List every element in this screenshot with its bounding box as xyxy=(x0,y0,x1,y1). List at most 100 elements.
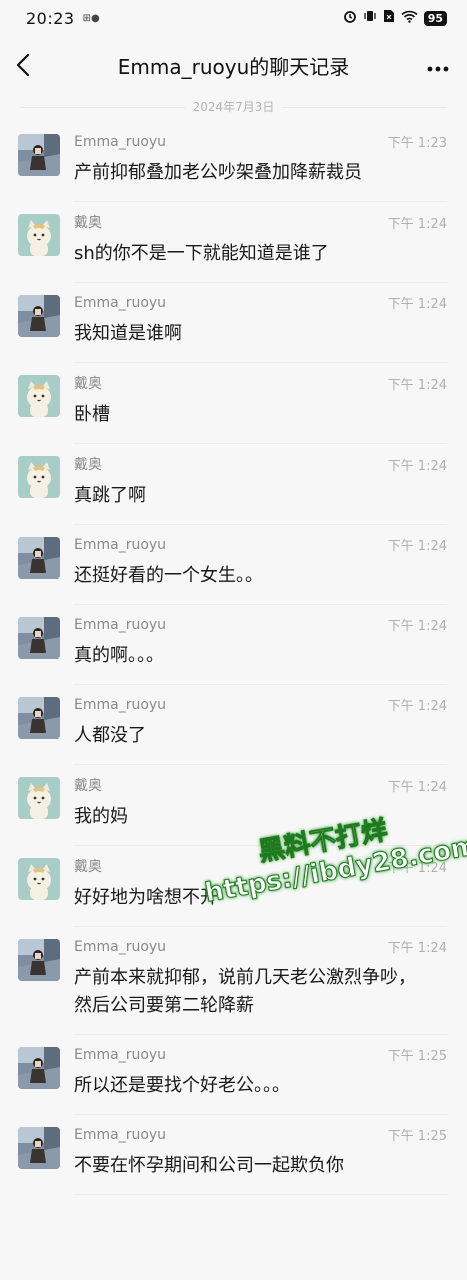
message-time: 下午 1:24 xyxy=(387,539,447,554)
message-body: Emma_ruoyu 下午 1:25 不要在怀孕期间和公司一起欺负你 xyxy=(74,1125,447,1195)
avatar[interactable] xyxy=(18,1047,60,1089)
avatar[interactable] xyxy=(18,697,60,739)
message-time: 下午 1:24 xyxy=(387,941,447,956)
message-time: 下午 1:24 xyxy=(387,619,447,634)
sender-name: 戴奥 xyxy=(74,215,102,231)
sender-name: 戴奥 xyxy=(74,376,102,392)
avatar[interactable] xyxy=(18,858,60,900)
message-body: Emma_ruoyu 下午 1:25 所以还是要找个好老公。。。 xyxy=(74,1045,447,1115)
message-time: 下午 1:24 xyxy=(387,699,447,714)
message-text[interactable]: 好好地为啥想不开 xyxy=(74,884,447,912)
message-header: Emma_ruoyu 下午 1:24 xyxy=(74,535,447,555)
battery-indicator: 95 xyxy=(423,10,447,26)
message-header: Emma_ruoyu 下午 1:24 xyxy=(74,937,447,957)
avatar[interactable] xyxy=(18,134,60,176)
message-header: 戴奥 下午 1:24 xyxy=(74,775,447,795)
message-item[interactable]: Emma_ruoyu 下午 1:24 人都没了 xyxy=(0,685,467,765)
sim-icon xyxy=(383,9,395,27)
message-list[interactable]: Emma_ruoyu 下午 1:23 产前抑郁叠加老公吵架叠加降薪裁员 戴奥 下午 1:… xyxy=(0,122,467,1195)
avatar[interactable] xyxy=(18,1127,60,1169)
sender-name: Emma_ruoyu xyxy=(74,1126,167,1143)
sender-name: Emma_ruoyu xyxy=(74,294,167,311)
back-button[interactable] xyxy=(16,50,40,80)
message-header: Emma_ruoyu 下午 1:24 xyxy=(74,293,447,313)
avatar[interactable] xyxy=(18,537,60,579)
message-text[interactable]: 真跳了啊 xyxy=(74,482,447,510)
message-header: Emma_ruoyu 下午 1:24 xyxy=(74,695,447,715)
sender-name: Emma_ruoyu xyxy=(74,938,167,955)
message-text[interactable]: 我的妈 xyxy=(74,803,447,831)
sender-name: 戴奥 xyxy=(74,778,102,794)
message-text[interactable]: 产前本来就抑郁，说前几天老公激烈争吵，然后公司要第二轮降薪 xyxy=(74,964,447,1020)
message-item[interactable]: Emma_ruoyu 下午 1:24 真的啊。。。 xyxy=(0,605,467,685)
message-text[interactable]: 真的啊。。。 xyxy=(74,642,447,670)
avatar[interactable] xyxy=(18,456,60,498)
date-divider: 2024年7月3日 xyxy=(0,96,467,118)
message-item[interactable]: 戴奥 下午 1:24 真跳了啊 xyxy=(0,444,467,525)
message-item[interactable]: Emma_ruoyu 下午 1:23 产前抑郁叠加老公吵架叠加降薪裁员 xyxy=(0,122,467,202)
more-options-button[interactable] xyxy=(427,53,449,78)
message-text[interactable]: 我知道是谁啊 xyxy=(74,320,447,348)
message-header: Emma_ruoyu 下午 1:25 xyxy=(74,1125,447,1145)
vibrate-icon xyxy=(363,9,377,27)
message-header: Emma_ruoyu 下午 1:24 xyxy=(74,615,447,635)
message-header: 戴奥 下午 1:24 xyxy=(74,373,447,393)
message-item[interactable]: Emma_ruoyu 下午 1:24 产前本来就抑郁，说前几天老公激烈争吵，然后公司… xyxy=(0,927,467,1035)
message-item[interactable]: 戴奥 下午 1:24 我的妈 xyxy=(0,765,467,846)
message-body: 戴奥 下午 1:24 卧槽 xyxy=(74,373,447,444)
alarm-icon xyxy=(343,9,357,27)
message-text[interactable]: sh的你不是一下就能知道是谁了 xyxy=(74,240,447,268)
message-item[interactable]: Emma_ruoyu 下午 1:25 所以还是要找个好老公。。。 xyxy=(0,1035,467,1115)
message-item[interactable]: 戴奥 下午 1:24 sh的你不是一下就能知道是谁了 xyxy=(0,202,467,283)
message-body: Emma_ruoyu 下午 1:23 产前抑郁叠加老公吵架叠加降薪裁员 xyxy=(74,132,447,202)
message-header: 戴奥 下午 1:24 xyxy=(74,212,447,232)
status-time: 20:23 xyxy=(26,8,75,28)
message-time: 下午 1:25 xyxy=(387,1049,447,1064)
status-left: 20:23 ⊞● xyxy=(26,9,100,28)
sender-name: 戴奥 xyxy=(74,457,102,473)
message-time: 下午 1:24 xyxy=(387,458,447,474)
message-text[interactable]: 不要在怀孕期间和公司一起欺负你 xyxy=(74,1152,447,1180)
message-item[interactable]: 戴奥 下午 1:24 卧槽 xyxy=(0,363,467,444)
message-text[interactable]: 还挺好看的一个女生。。 xyxy=(74,562,447,590)
avatar[interactable] xyxy=(18,777,60,819)
avatar[interactable] xyxy=(18,295,60,337)
message-header: 戴奥 下午 1:24 xyxy=(74,454,447,474)
nav-bar: Emma_ruoyu的聊天记录 xyxy=(0,36,467,94)
message-text[interactable]: 产前抑郁叠加老公吵架叠加降薪裁员 xyxy=(74,159,447,187)
message-item[interactable]: Emma_ruoyu 下午 1:24 还挺好看的一个女生。。 xyxy=(0,525,467,605)
status-right: 95 xyxy=(343,9,447,27)
sender-name: Emma_ruoyu xyxy=(74,616,167,633)
message-item[interactable]: Emma_ruoyu 下午 1:24 我知道是谁啊 xyxy=(0,283,467,363)
message-item[interactable]: Emma_ruoyu 下午 1:25 不要在怀孕期间和公司一起欺负你 xyxy=(0,1115,467,1195)
message-item[interactable]: 戴奥 下午 1:24 好好地为啥想不开 xyxy=(0,846,467,927)
sender-name: 戴奥 xyxy=(74,859,102,875)
notification-icons: ⊞● xyxy=(82,12,100,24)
avatar[interactable] xyxy=(18,214,60,256)
avatar[interactable] xyxy=(18,939,60,981)
chevron-left-icon xyxy=(16,53,30,77)
message-body: Emma_ruoyu 下午 1:24 还挺好看的一个女生。。 xyxy=(74,535,447,605)
message-body: 戴奥 下午 1:24 我的妈 xyxy=(74,775,447,846)
message-body: 戴奥 下午 1:24 sh的你不是一下就能知道是谁了 xyxy=(74,212,447,283)
avatar[interactable] xyxy=(18,375,60,417)
message-time: 下午 1:25 xyxy=(387,1129,447,1144)
sender-name: Emma_ruoyu xyxy=(74,133,167,150)
message-time: 下午 1:23 xyxy=(387,136,447,151)
wifi-icon xyxy=(401,10,418,27)
date-label: 2024年7月3日 xyxy=(184,100,283,114)
message-time: 下午 1:24 xyxy=(387,860,447,876)
message-body: 戴奥 下午 1:24 好好地为啥想不开 xyxy=(74,856,447,927)
message-body: Emma_ruoyu 下午 1:24 人都没了 xyxy=(74,695,447,765)
avatar[interactable] xyxy=(18,617,60,659)
message-header: 戴奥 下午 1:24 xyxy=(74,856,447,876)
message-body: Emma_ruoyu 下午 1:24 我知道是谁啊 xyxy=(74,293,447,363)
message-text[interactable]: 人都没了 xyxy=(74,722,447,750)
message-time: 下午 1:24 xyxy=(387,216,447,232)
message-text[interactable]: 所以还是要找个好老公。。。 xyxy=(74,1072,447,1100)
message-time: 下午 1:24 xyxy=(387,377,447,393)
message-text[interactable]: 卧槽 xyxy=(74,401,447,429)
message-time: 下午 1:24 xyxy=(387,779,447,795)
sender-name: Emma_ruoyu xyxy=(74,1046,167,1063)
message-body: 戴奥 下午 1:24 真跳了啊 xyxy=(74,454,447,525)
